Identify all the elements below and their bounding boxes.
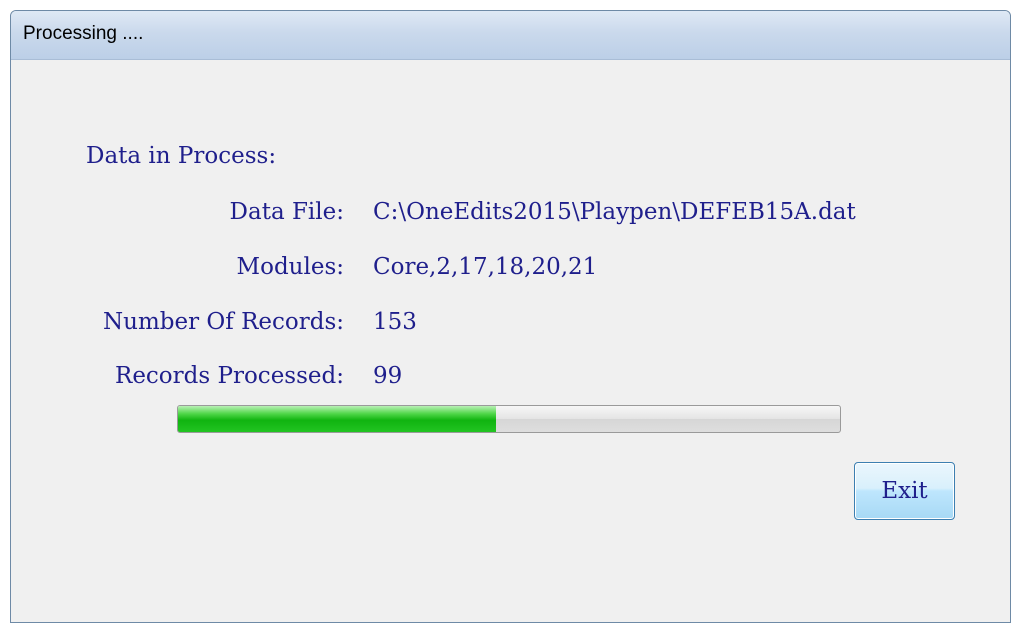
section-heading: Data in Process:	[86, 143, 277, 169]
exit-button[interactable]: Exit	[854, 462, 955, 520]
processing-dialog: Processing .... Data in Process: Data Fi…	[10, 10, 1011, 623]
progress-bar	[177, 405, 841, 433]
number-of-records-value: 153	[373, 309, 417, 335]
number-of-records-label: Number Of Records:	[103, 309, 344, 335]
modules-value: Core,2,17,18,20,21	[373, 254, 598, 280]
dialog-content: Data in Process: Data File: C:\OneEdits2…	[11, 60, 1010, 622]
data-file-label: Data File:	[229, 199, 344, 225]
records-processed-label: Records Processed:	[115, 363, 344, 389]
modules-label: Modules:	[236, 254, 344, 280]
records-processed-value: 99	[373, 363, 403, 389]
window-title: Processing ....	[23, 23, 144, 44]
data-file-value: C:\OneEdits2015\Playpen\DEFEB15A.dat	[373, 199, 856, 225]
progress-bar-fill	[178, 406, 496, 432]
title-bar[interactable]: Processing ....	[11, 11, 1010, 60]
